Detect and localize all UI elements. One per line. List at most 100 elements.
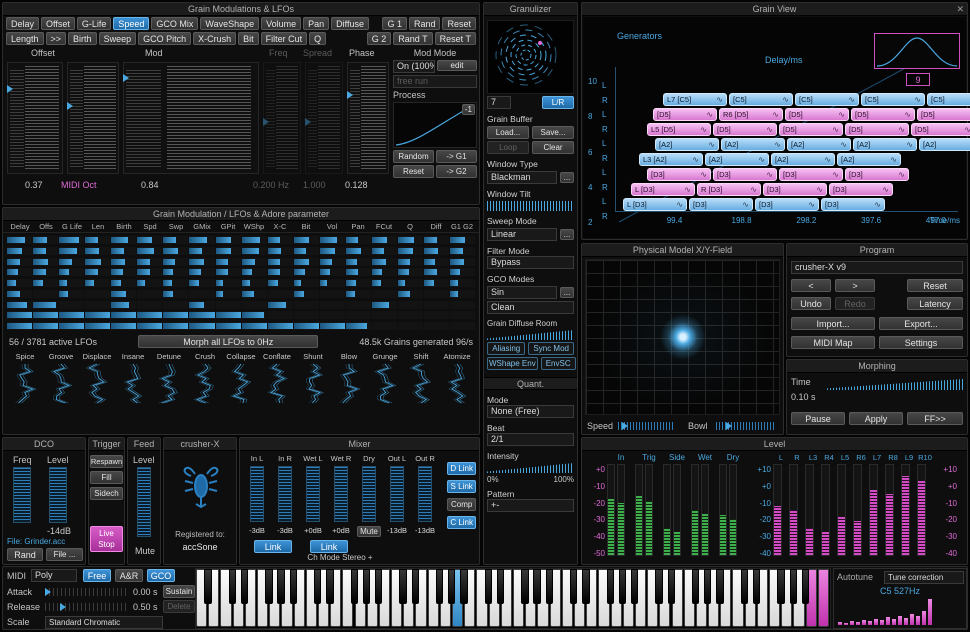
latency-button[interactable]: Latency [907,297,963,310]
lfo-cell[interactable] [268,247,293,255]
mixer-slider-wet-r[interactable] [334,466,348,522]
lfo-cell[interactable] [85,247,110,255]
mixer-slider-in-r[interactable] [278,466,292,522]
gm-button-gco-mix[interactable]: GCO Mix [151,17,198,30]
mod-mode-free-run[interactable]: free run [393,75,477,88]
lfo-column-birth[interactable]: Birth [111,222,137,231]
lfo-cell[interactable] [398,258,423,266]
lfo-column-x-c[interactable]: X-C [267,222,293,231]
to-g1-button[interactable]: -> G1 [436,150,477,163]
lfo-cell[interactable] [216,322,241,330]
grain-segment[interactable]: [D5]∿ [713,123,777,136]
grain-segment[interactable]: [D5]∿ [845,123,909,136]
reset-mod-button[interactable]: Reset [393,165,434,178]
adore-detune[interactable]: Detune [152,352,186,409]
sync-mod-button[interactable]: Sync Mod [528,342,574,355]
piano-black-key[interactable] [607,569,614,604]
piano-black-key[interactable] [533,569,540,604]
lfo-cell[interactable] [111,311,136,319]
adore-shift[interactable]: Shift [404,352,438,409]
lfo-cell[interactable] [137,301,162,309]
piano-black-key[interactable] [546,569,553,604]
lfo-column-g-life[interactable]: G Life [59,222,85,231]
lfo-cell[interactable] [7,279,32,287]
undo-button[interactable]: Undo [791,297,831,310]
lfo-cell[interactable] [320,311,345,319]
grain-segment[interactable]: [C5]∿ [729,93,793,106]
respawn-button[interactable]: Respawn [90,455,123,468]
lfo-grid[interactable] [3,233,479,333]
dco-level-slider[interactable] [49,467,67,523]
piano-black-key[interactable] [704,569,711,604]
grain-segment[interactable]: [C5]∿ [927,93,970,106]
piano-black-key[interactable] [668,569,675,604]
adore-insane[interactable]: Insane [116,352,150,409]
lfo-cell[interactable] [111,268,136,276]
mixer-in-link-button[interactable]: Link [254,540,292,553]
lfo-cell[interactable] [372,311,397,319]
lfo-column-pan[interactable]: Pan [345,222,371,231]
sidechain-button[interactable]: Sidech [90,487,123,500]
lfo-cell[interactable] [450,258,475,266]
grain-segment[interactable]: R6 [D5]∿ [719,108,783,121]
lfo-cell[interactable] [294,311,319,319]
lfo-cell[interactable] [59,268,84,276]
piano-black-key[interactable] [326,569,333,604]
lfo-cell[interactable] [7,322,32,330]
morph-time-slider[interactable] [827,379,963,390]
lfo-column-fcut[interactable]: FCut [371,222,397,231]
lfo-cell[interactable] [33,258,58,266]
program-name[interactable]: crusher-X v9 [791,261,963,274]
mixer-wet-link-button[interactable]: Link [310,540,348,553]
piano-black-key[interactable] [753,569,760,604]
lfo-cell[interactable] [85,290,110,298]
lfo-cell[interactable] [372,301,397,309]
piano-black-key[interactable] [570,569,577,604]
gm-button-filter-cut[interactable]: Filter Cut [261,32,308,45]
lfo-cell[interactable] [163,236,188,244]
lfo-cell[interactable] [33,279,58,287]
lfo-cell[interactable] [398,268,423,276]
lfo-cell[interactable] [398,279,423,287]
grain-segment[interactable]: [D5]∿ [911,123,970,136]
lfo-cell[interactable] [346,258,371,266]
process-curve[interactable]: -1 [393,102,477,148]
piano-black-key[interactable] [777,569,784,604]
morph-lfos-button[interactable]: Morph all LFOs to 0Hz [138,335,318,348]
lfo-cell[interactable] [163,301,188,309]
to-g2-button[interactable]: -> G2 [436,165,477,178]
piano-black-key[interactable] [485,569,492,604]
piano-black-key[interactable] [351,569,358,604]
lfo-cell[interactable] [424,322,449,330]
grain-segment[interactable]: [A2]∿ [787,138,851,151]
lfo-cell[interactable] [59,247,84,255]
xy-field-cursor[interactable] [660,314,706,360]
feed-level-slider[interactable] [137,467,151,537]
lfo-cell[interactable] [398,322,423,330]
grain-segment[interactable]: L5 [D5]∿ [647,123,711,136]
release-slider[interactable] [45,603,129,611]
midi-map-button[interactable]: MIDI Map [791,336,875,349]
xy-field-mesh[interactable] [585,259,780,415]
mixer-slider-out-r[interactable] [418,466,432,522]
lfo-cell[interactable] [346,268,371,276]
piano-black-key[interactable] [631,569,638,604]
gm-button-delay[interactable]: Delay [6,17,39,30]
gm-button-reset[interactable]: Reset [442,17,476,30]
fill-button[interactable]: Fill [90,471,123,484]
wshape-env-button[interactable]: WShape Env [487,357,538,370]
gm-button-[interactable]: >> [46,32,67,45]
pause-button[interactable]: Pause [791,412,845,425]
lfo-cell[interactable] [216,311,241,319]
adore-crush[interactable]: Crush [188,352,222,409]
minus-one-button[interactable]: -1 [462,104,475,115]
lfo-cell[interactable] [163,290,188,298]
lfo-cell[interactable] [398,290,423,298]
lfo-cell[interactable] [372,322,397,330]
lfo-cell[interactable] [163,311,188,319]
piano-keyboard[interactable] [195,568,831,629]
lfo-cell[interactable] [163,258,188,266]
lfo-cell[interactable] [294,301,319,309]
lfo-cell[interactable] [163,322,188,330]
piano-black-key[interactable] [716,569,723,604]
